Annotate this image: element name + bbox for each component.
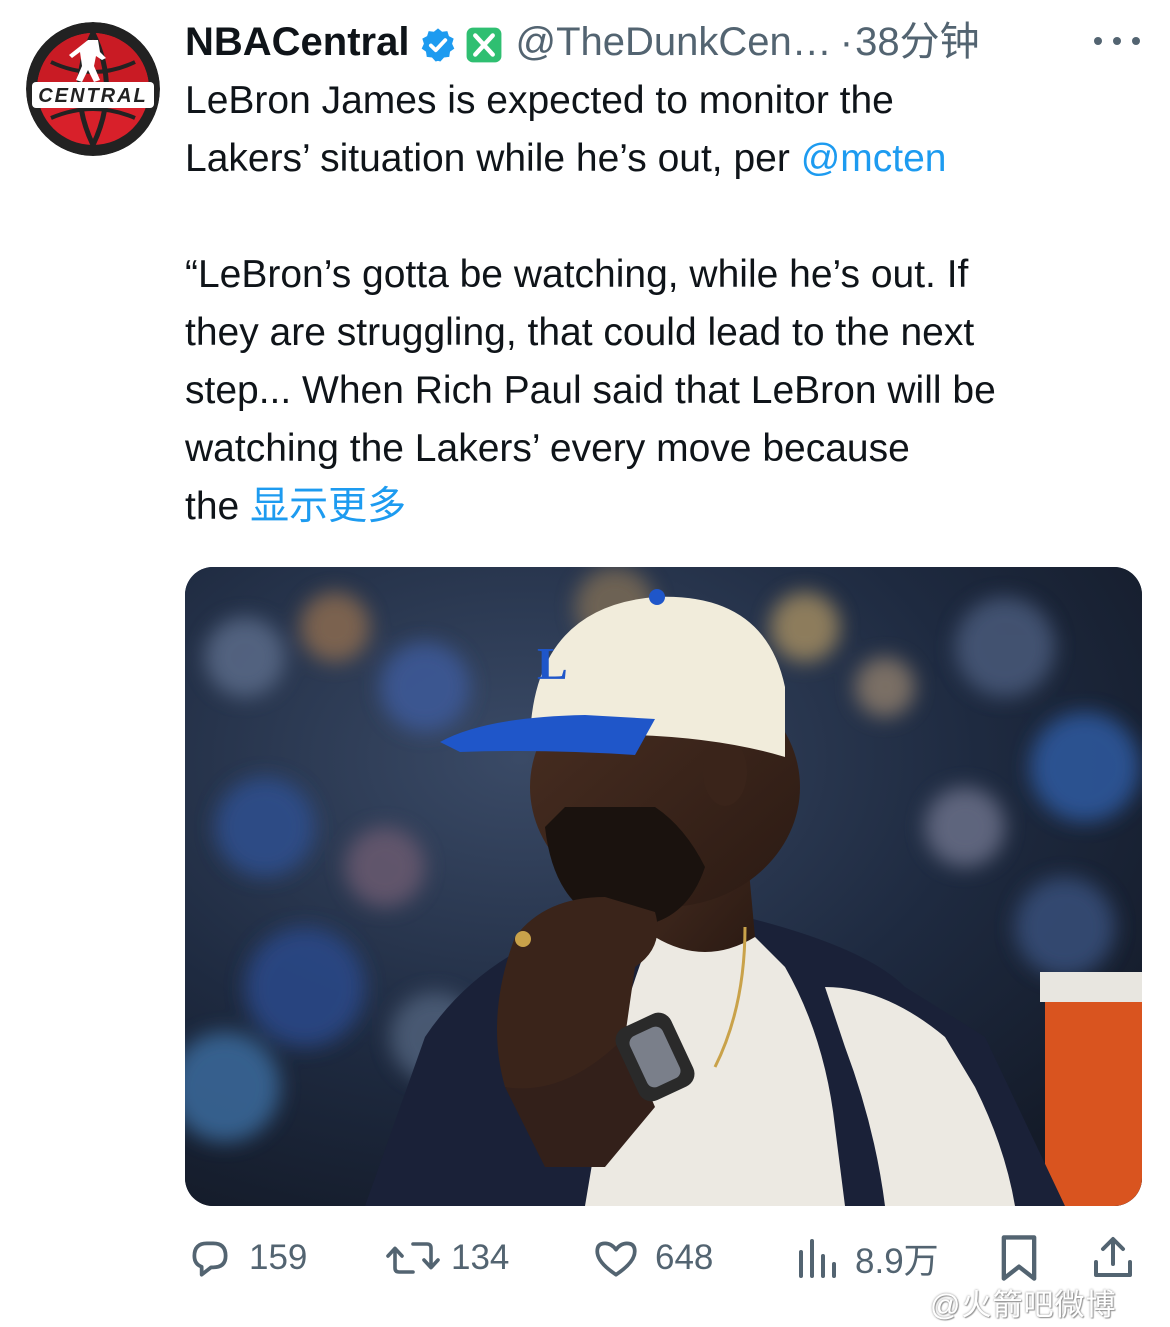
tweet-text: LeBron James is expected to monitor the … — [185, 72, 1135, 536]
retweet-button[interactable]: 134 — [385, 1230, 509, 1286]
separator-dot: · — [839, 20, 854, 64]
like-count: 648 — [655, 1238, 714, 1277]
views-button[interactable]: 8.9万 — [793, 1230, 939, 1286]
svg-text:L: L — [537, 638, 568, 689]
retweet-count: 134 — [451, 1238, 510, 1277]
retweet-icon — [385, 1233, 441, 1283]
like-icon — [591, 1233, 641, 1283]
quote-line: step... When Rich Paul said that LeBron … — [185, 369, 996, 412]
views-count: 8.9万 — [855, 1241, 939, 1281]
reply-icon — [185, 1233, 235, 1283]
mention-link[interactable]: @mcten — [801, 137, 947, 180]
bookmark-icon — [997, 1232, 1041, 1284]
quote-line: the 显示更多 — [185, 478, 1135, 536]
share-icon — [1089, 1232, 1137, 1284]
quote-line-part: the — [185, 485, 251, 528]
quote-line: watching the Lakers’ every move because — [185, 427, 910, 470]
quote-line: they are struggling, that could lead to … — [185, 311, 975, 354]
x-badge-icon — [465, 23, 503, 63]
avatar-label: CENTRAL — [38, 85, 148, 107]
more-icon[interactable] — [1094, 26, 1140, 56]
share-button[interactable] — [1089, 1230, 1137, 1286]
author-name[interactable]: NBACentral — [185, 14, 409, 70]
bookmark-button[interactable] — [997, 1230, 1041, 1286]
reply-button[interactable]: 159 — [185, 1230, 307, 1286]
verified-icon — [419, 23, 457, 62]
text-line-part: Lakers’ situation while he’s out, per — [185, 137, 801, 180]
text-line: LeBron James is expected to monitor the — [185, 79, 894, 122]
show-more-link[interactable]: 显示更多 — [250, 485, 406, 528]
like-button[interactable]: 648 — [591, 1230, 713, 1286]
quote-line: “LeBron’s gotta be watching, while he’s … — [185, 253, 969, 296]
text-line: Lakers’ situation while he’s out, per @m… — [185, 130, 1135, 188]
author-handle[interactable]: @TheDunkCen… — [515, 14, 831, 70]
tweet-header: NBACentral @TheDunkCen… · 38分钟 — [185, 14, 980, 70]
tweet-time[interactable]: 38分钟 — [855, 14, 980, 70]
reply-count: 159 — [249, 1238, 308, 1277]
avatar[interactable]: CENTRAL — [26, 22, 160, 156]
tweet-photo[interactable]: L — [185, 567, 1142, 1206]
watermark: @火箭吧微博 — [930, 1289, 1117, 1322]
views-icon — [793, 1233, 841, 1283]
